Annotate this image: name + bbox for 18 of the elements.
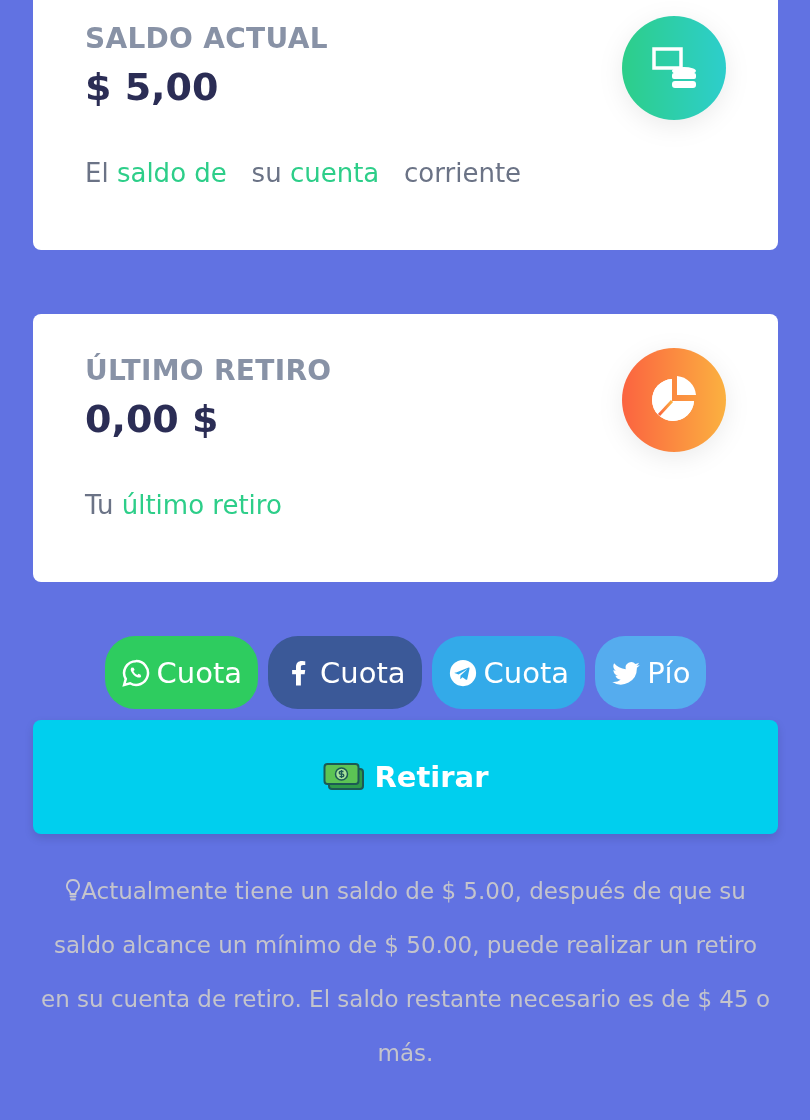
lightbulb-icon [65,878,82,902]
share-button[interactable]: Pío [595,636,707,709]
info-text: Actualmente tiene un saldo de $ 5.00, después de que su saldo alcance un mínimo de $ 50.00, puede realizar un retiro en su cuenta de retiro. El saldo restante necesario es de $ 45 o más. [40,877,771,1068]
card-caption: El saldo de su cuenta corriente [85,158,523,188]
whatsapp-icon [120,657,151,688]
banknotes-icon [322,762,365,792]
share-button[interactable]: Cuota [268,636,422,709]
withdraw-button[interactable]: Retirar [33,720,778,834]
card-title: SALDO ACTUAL [85,22,328,55]
amount: 0,00 $ [85,397,220,441]
money-stack-icon [622,16,726,120]
card-title: ÚLTIMO RETIRO [85,354,332,387]
amount: $ 5,00 [85,65,220,109]
share-button[interactable]: Cuota [104,636,259,709]
share-button[interactable]: Cuota [431,636,586,709]
card-caption: Tu último retiro [85,490,283,520]
pie-chart-icon [622,348,726,452]
telegram-icon [447,657,478,688]
